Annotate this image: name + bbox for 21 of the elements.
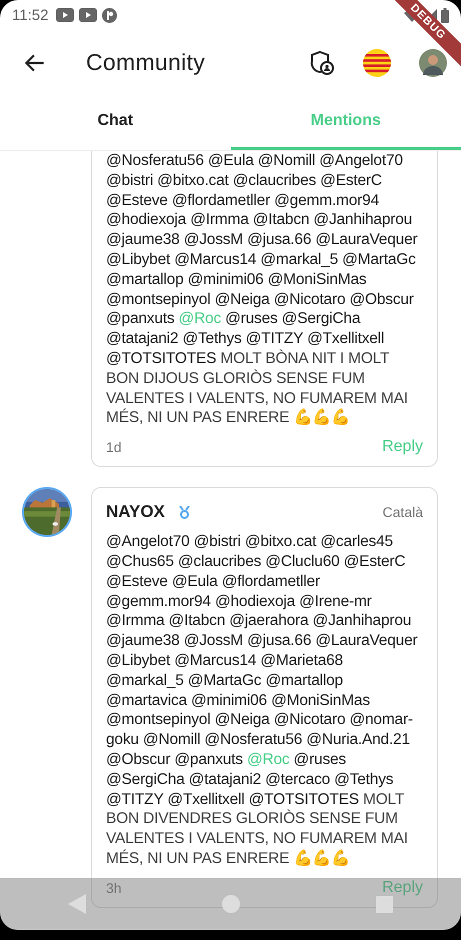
mention-link[interactable]: @Roc <box>246 750 290 768</box>
medal-icon <box>178 506 190 519</box>
video-play-icon <box>56 8 74 22</box>
message-time: 3h <box>106 880 122 896</box>
shield-user-icon[interactable] <box>309 50 335 76</box>
video-play-icon <box>79 8 98 22</box>
status-time: 11:52 <box>12 6 48 24</box>
profile-avatar[interactable] <box>419 48 447 76</box>
reply-button[interactable]: Reply <box>382 878 423 897</box>
tab[interactable]: Chat <box>0 95 230 150</box>
flag-icon[interactable] <box>363 48 391 76</box>
page-title: Community <box>86 49 206 76</box>
author-name: NAYOX <box>106 502 165 522</box>
mention-link[interactable]: @Roc <box>178 310 222 328</box>
message-text: @Nosferatu56 @Eula @Nomill @Angelot70 @bistri @bitxo.cat @claucribes @EsterC @Esteve @flordametller @gemm.mor94 @hodiexoja @Irmma @Itabcn @Janhihaprou @jaume38 @JossM @jusa.66 @LauraVequer @Libybet @Marcus14 @markal_5 @MartaGc @martallop @minimi06 @MoniSinMas @montsepinyol @Neiga @Nicotaro @Obscur @panxuts @Roc @ruses @SergiCha @tatajani2 @Tethys @TITZY @Txellitxell @TOTSITOTES MOLT BÒNA NIT I MOLT BON DIJOUS GLORIÒS SENSE FUM VALENTES I VALENTS, NO FUMAREM MAI MÉS, NI UN PAS ENRERE 💪💪💪 <box>106 151 418 428</box>
message-text: @Angelot70 @bistri @bitxo.cat @carles45 @Chus65 @claucribes @Cluclu60 @EsterC @Esteve @Eula @flordametller @gemm.mor94 @hodiexoja @Irene-mr @Irmma @Itabcn @jaerahora @Janhihaprou @jaume38 @JossM @jusa.66 @LauraVequer @Libybet @Marcus14 @Marieta68 @markal_5 @MartaGc @martallop @martavica @minimi06 @MoniSinMas @montsepinyol @Neiga @Nicotaro @nomar-goku @Nomill @Nosferatu56 @Nuria.And.21 @Obscur @panxuts @Roc @ruses @SergiCha @tatajani2 @tercaco @Tethys @TITZY @Txellitxell @TOTSITOTES MOLT BON DIVENDRES GLORIÒS SENSE FUM VALENTES I VALENTS, NO FUMAREM MAI MÉS, NI UN PAS ENRERE 💪💪💪 <box>106 532 418 869</box>
message-time: 1d <box>106 439 122 456</box>
reply-button[interactable]: Reply <box>382 438 423 456</box>
round-app-icon <box>102 8 118 22</box>
tab[interactable]: Mentions <box>230 95 461 150</box>
language-label: Català <box>382 504 423 520</box>
